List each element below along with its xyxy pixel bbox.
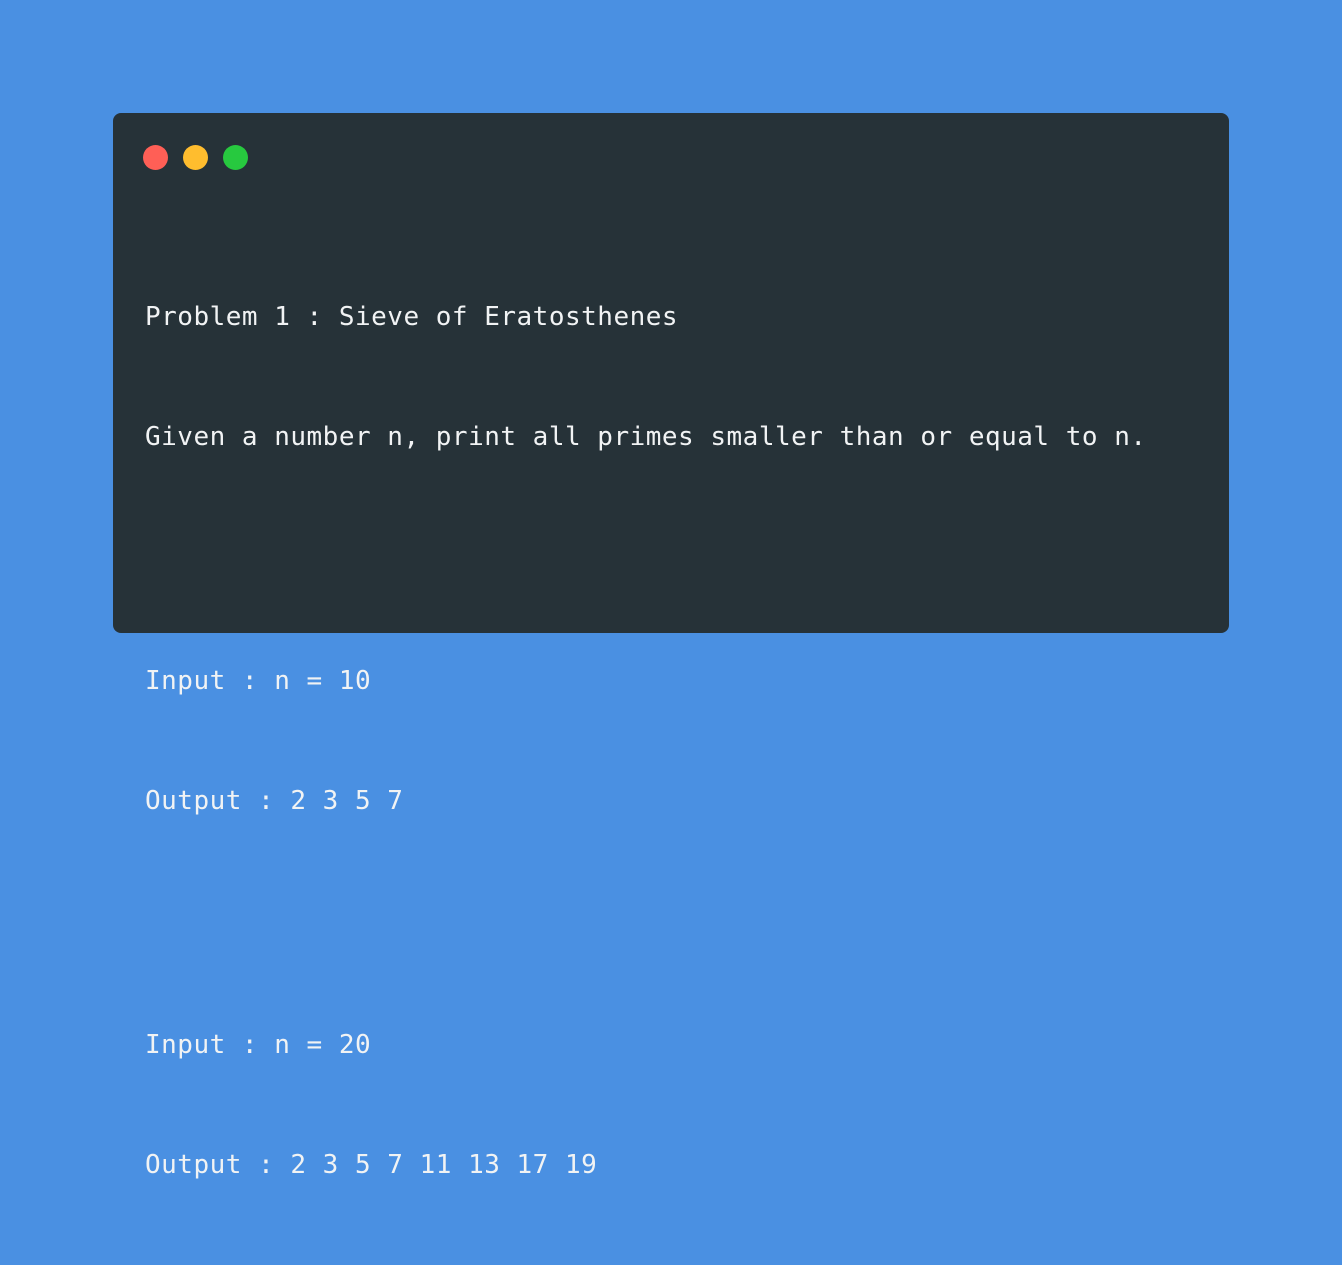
window-controls <box>143 145 248 170</box>
code-line-input-1: Input : n = 10 <box>145 666 372 696</box>
code-line-output-1: Output : 2 3 5 7 <box>145 786 404 816</box>
code-block: Problem 1 : Sieve of Eratosthenes Given … <box>145 217 1147 1265</box>
minimize-window-button[interactable] <box>183 145 208 170</box>
close-window-button[interactable] <box>143 145 168 170</box>
code-line-problem-description: Given a number n, print all primes small… <box>145 422 1147 452</box>
code-line-output-2: Output : 2 3 5 7 11 13 17 19 <box>145 1150 598 1180</box>
code-line-problem-title: Problem 1 : Sieve of Eratosthenes <box>145 302 679 332</box>
maximize-window-button[interactable] <box>223 145 248 170</box>
code-line-input-2: Input : n = 20 <box>145 1030 372 1060</box>
code-window: Problem 1 : Sieve of Eratosthenes Given … <box>113 113 1229 1180</box>
